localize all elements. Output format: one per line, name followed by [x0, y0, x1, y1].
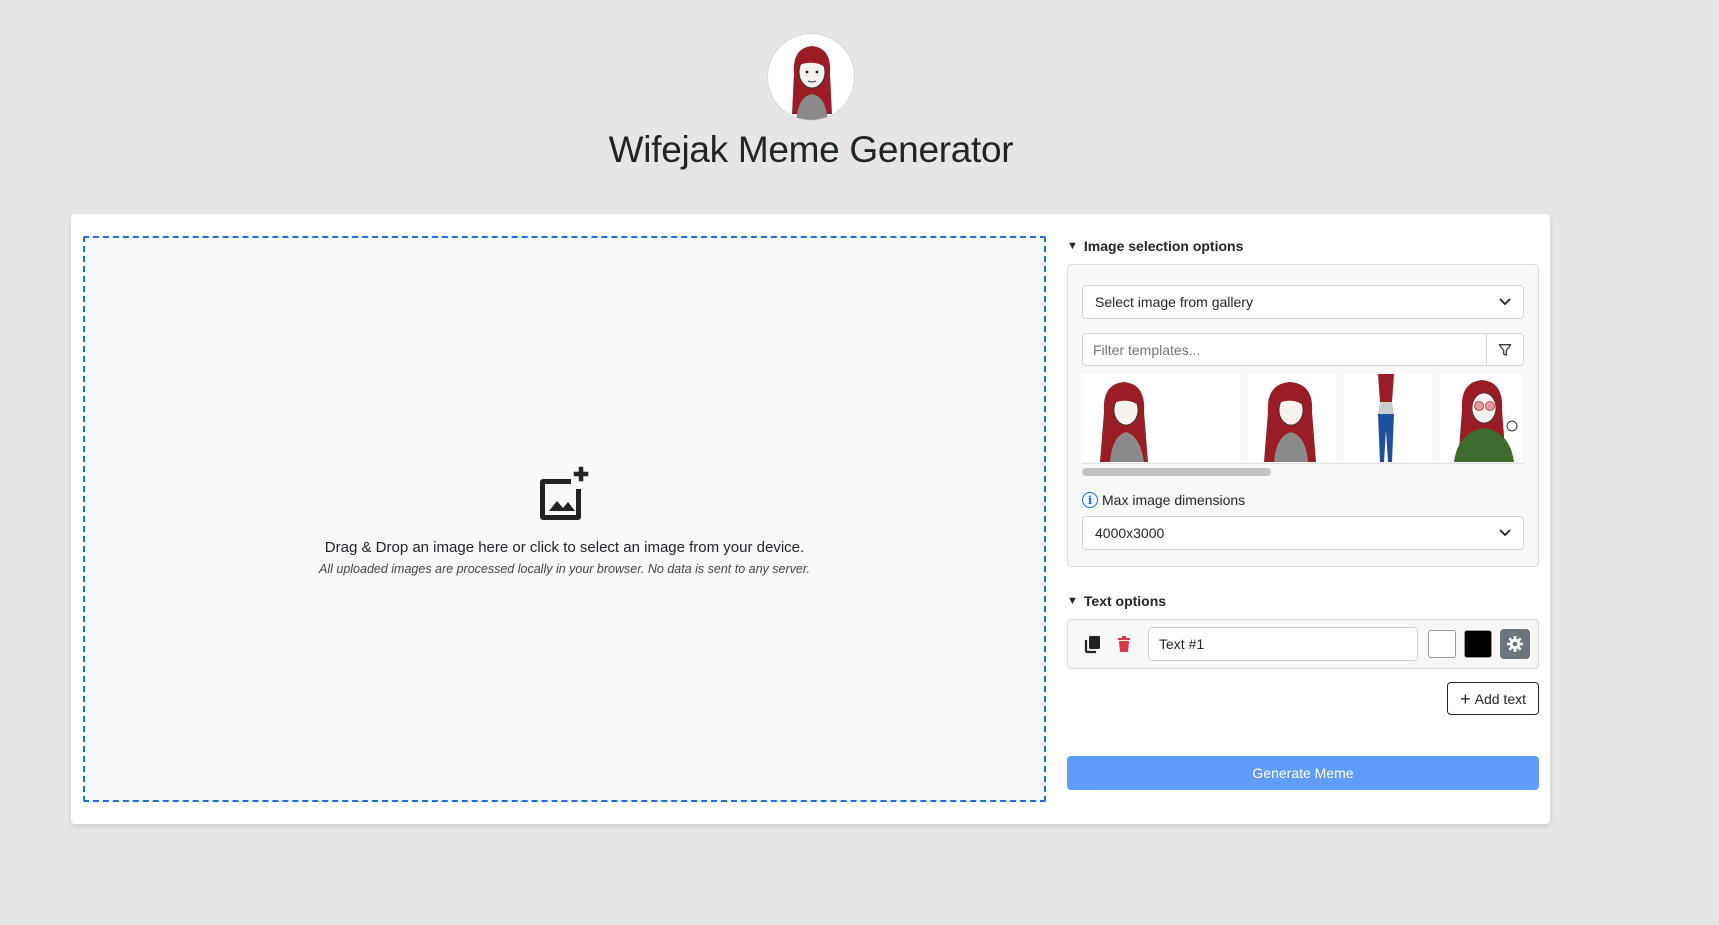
wifejak-thumb-icon — [1264, 382, 1316, 462]
add-photo-icon — [539, 466, 588, 520]
options-panel: ▼ Image selection options Select image f… — [1067, 236, 1539, 790]
gear-icon — [1507, 636, 1523, 652]
filter-button[interactable] — [1486, 333, 1524, 366]
max-dimensions-select[interactable]: 4000x3000 — [1082, 516, 1524, 550]
main-card: Drag & Drop an image here or click to se… — [71, 214, 1550, 824]
max-dimensions-label: Max image dimensions — [1102, 492, 1246, 508]
wifejak-thumb-icon — [1378, 374, 1394, 462]
fill-color-swatch[interactable] — [1428, 630, 1456, 658]
template-thumb-2[interactable] — [1248, 374, 1336, 462]
gallery-select-value: Select image from gallery — [1095, 294, 1253, 310]
dropzone-privacy-note: All uploaded images are processed locall… — [319, 561, 810, 576]
plus-icon: + — [1460, 688, 1471, 709]
stroke-color-swatch[interactable] — [1464, 630, 1492, 658]
text-entry-row — [1067, 619, 1539, 669]
logo-avatar — [767, 33, 855, 121]
max-dimensions-label-row: i Max image dimensions — [1082, 492, 1524, 508]
delete-text-button[interactable] — [1112, 632, 1136, 656]
chevron-down-icon — [1499, 298, 1511, 306]
text-value-input[interactable] — [1148, 627, 1418, 661]
gallery-scrollbar[interactable] — [1082, 468, 1271, 476]
wifejak-logo-icon — [792, 46, 832, 120]
page-title: Wifejak Meme Generator — [608, 129, 1014, 170]
template-thumb-1[interactable] — [1082, 374, 1240, 462]
funnel-icon — [1498, 343, 1512, 356]
filter-templates-input[interactable] — [1082, 333, 1486, 366]
image-options-label: Image selection options — [1083, 238, 1244, 254]
add-text-row: + Add text — [1067, 682, 1539, 715]
duplicate-text-button[interactable] — [1080, 632, 1104, 656]
copy-icon — [1084, 636, 1100, 654]
text-options-section: ▼ Text options Text #1 + Add text — [1067, 591, 1539, 715]
text-settings-button[interactable] — [1500, 629, 1530, 659]
add-text-button[interactable]: + Add text — [1447, 682, 1539, 715]
image-options-box: Select image from gallery Filter templat… — [1067, 264, 1539, 567]
text-options-label: Text options — [1083, 593, 1167, 609]
template-thumb-4[interactable] — [1440, 374, 1522, 462]
wifejak-thumb-icon — [1454, 380, 1518, 462]
info-icon[interactable]: i — [1082, 492, 1098, 508]
dropzone-instruction: Drag & Drop an image here or click to se… — [324, 538, 805, 556]
template-gallery — [1082, 374, 1524, 464]
gallery-scroll-track — [1082, 468, 1524, 476]
image-dropzone[interactable]: Drag & Drop an image here or click to se… — [83, 236, 1046, 802]
triangle-down-icon: ▼ — [1067, 240, 1078, 252]
triangle-down-icon: ▼ — [1067, 595, 1078, 607]
add-text-label: Add text — [1474, 690, 1526, 707]
image-options-toggle[interactable]: ▼ Image selection options — [1067, 236, 1539, 256]
header: Wifejak Meme Generator — [0, 33, 1622, 171]
chevron-down-icon — [1499, 529, 1511, 537]
wifejak-thumb-icon — [1100, 382, 1148, 462]
max-dimensions-value: 4000x3000 — [1095, 525, 1165, 541]
generate-meme-button[interactable]: Generate Meme — [1067, 756, 1539, 790]
text-options-toggle[interactable]: ▼ Text options — [1067, 591, 1539, 611]
trash-icon — [1118, 636, 1130, 652]
template-thumb-3[interactable] — [1344, 374, 1432, 462]
gallery-select[interactable]: Select image from gallery — [1082, 285, 1524, 319]
filter-row — [1082, 333, 1524, 366]
